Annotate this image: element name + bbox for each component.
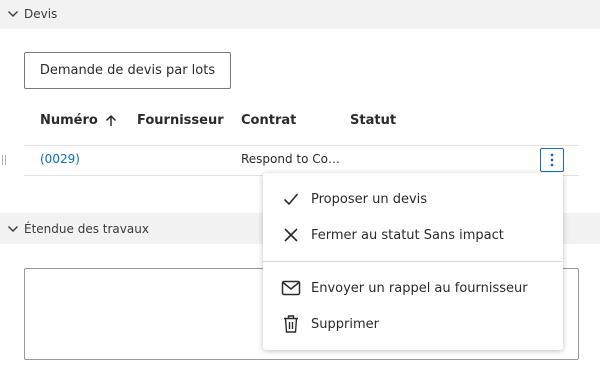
column-header-fournisseur[interactable]: Fournisseur <box>137 113 224 128</box>
menu-item-send-reminder[interactable]: Envoyer un rappel au fournisseur <box>263 272 563 304</box>
section-header-devis[interactable]: Devis <box>0 0 600 29</box>
close-icon <box>281 225 301 245</box>
drag-handle-icon[interactable] <box>1 154 7 166</box>
quote-number-link[interactable]: (0029) <box>40 152 80 166</box>
menu-item-propose-quote[interactable]: Proposer un devis <box>263 183 563 215</box>
check-icon <box>281 189 301 209</box>
section-title: Devis <box>24 6 58 21</box>
column-header-numero[interactable]: Numéro <box>40 113 118 128</box>
menu-divider <box>263 261 563 262</box>
column-header-contrat[interactable]: Contrat <box>241 113 296 128</box>
quote-panel: Devis Demande de devis par lots Numéro F… <box>0 0 600 369</box>
row-more-actions-button[interactable] <box>540 148 564 172</box>
row-actions-menu: Proposer un devis Fermer au statut Sans … <box>263 173 563 350</box>
batch-quote-request-button[interactable]: Demande de devis par lots <box>24 52 231 89</box>
menu-item-delete[interactable]: Supprimer <box>263 308 563 340</box>
column-header-statut[interactable]: Statut <box>350 113 396 128</box>
more-vertical-icon <box>550 153 554 167</box>
section-title: Étendue des travaux <box>24 221 149 236</box>
contract-cell: Respond to Co… <box>241 152 341 166</box>
trash-icon <box>281 314 301 334</box>
menu-item-close-no-impact[interactable]: Fermer au statut Sans impact <box>263 219 563 251</box>
mail-icon <box>281 278 301 298</box>
chevron-down-icon <box>8 225 18 232</box>
chevron-down-icon <box>8 10 18 17</box>
table-divider <box>24 145 579 146</box>
sort-ascending-icon <box>105 114 116 126</box>
